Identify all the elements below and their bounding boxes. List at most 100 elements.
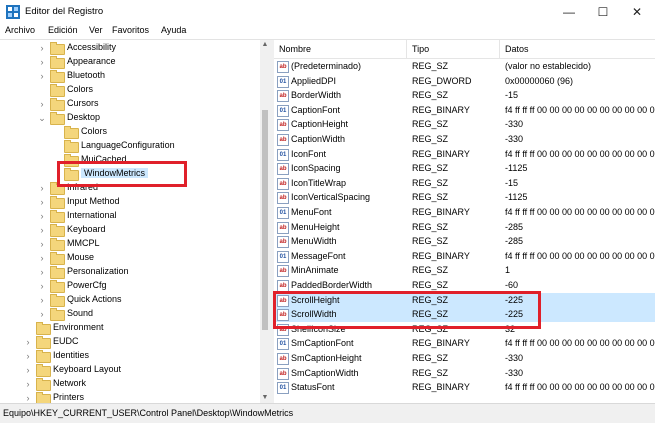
chevron-right-icon[interactable]: ›	[37, 69, 47, 83]
value-row[interactable]: ab ScrollWidth REG_SZ -225	[274, 307, 655, 322]
registry-tree[interactable]: › Accessibility › Appearance › Bluetooth Color…	[0, 40, 260, 403]
value-row[interactable]: ab SmCaptionWidth REG_SZ -330	[274, 366, 655, 381]
column-header-datos[interactable]: Datos	[505, 44, 529, 54]
value-name: SmCaptionHeight	[291, 353, 362, 363]
chevron-right-icon[interactable]: ›	[37, 195, 47, 209]
values-list[interactable]: Nombre Tipo Datos ab (Predeterminado) REG_…	[274, 40, 655, 403]
value-row[interactable]: ab PaddedBorderWidth REG_SZ -60	[274, 278, 655, 293]
tree-item-label: LanguageConfiguration	[81, 140, 175, 150]
value-row[interactable]: 01 MenuFont REG_BINARY f4 ff ff ff 00 00 00…	[274, 205, 655, 220]
tree-item[interactable]: › Identities	[0, 349, 260, 363]
value-row[interactable]: ab IconVerticalSpacing REG_SZ -1125	[274, 190, 655, 205]
tree-item[interactable]: Colors	[0, 83, 260, 97]
chevron-right-icon[interactable]: ›	[23, 349, 33, 363]
tree-item[interactable]: › Input Method	[0, 195, 260, 209]
tree-item[interactable]: › MMCPL	[0, 237, 260, 251]
minimize-button[interactable]: —	[552, 0, 586, 24]
chevron-right-icon[interactable]: ›	[37, 97, 47, 111]
value-row[interactable]: 01 IconFont REG_BINARY f4 ff ff ff 00 00 00…	[274, 147, 655, 162]
tree-item[interactable]: › Personalization	[0, 265, 260, 279]
value-row[interactable]: 01 SmCaptionFont REG_BINARY f4 ff ff ff 00 …	[274, 336, 655, 351]
value-row[interactable]: ab ScrollHeight REG_SZ -225	[274, 292, 655, 308]
tree-item[interactable]: › Quick Actions	[0, 293, 260, 307]
value-row[interactable]: ab BorderWidth REG_SZ -15	[274, 88, 655, 103]
chevron-right-icon[interactable]: ›	[37, 293, 47, 307]
chevron-right-icon[interactable]: ›	[23, 363, 33, 377]
value-row[interactable]: ab SmCaptionHeight REG_SZ -330	[274, 351, 655, 366]
chevron-right-icon[interactable]: ›	[23, 391, 33, 403]
value-data: -330	[505, 119, 524, 130]
menu-archivo[interactable]: Archivo	[5, 25, 35, 35]
tree-item[interactable]: › Keyboard Layout	[0, 363, 260, 377]
tree-item[interactable]: › Accessibility	[0, 41, 260, 55]
tree-item[interactable]: › Mouse	[0, 251, 260, 265]
value-row[interactable]: ab IconTitleWrap REG_SZ -15	[274, 176, 655, 191]
chevron-right-icon[interactable]: ›	[37, 209, 47, 223]
tree-item[interactable]: › Network	[0, 377, 260, 391]
tree-item[interactable]: MuiCached	[0, 153, 260, 167]
chevron-right-icon[interactable]: ›	[37, 265, 47, 279]
value-row[interactable]: ab ShellIconSize REG_SZ 32	[274, 322, 655, 337]
column-header-nombre[interactable]: Nombre	[279, 44, 311, 54]
tree-item[interactable]: › Bluetooth	[0, 69, 260, 83]
tree-item[interactable]: › Printers	[0, 391, 260, 403]
tree-item[interactable]: › EUDC	[0, 335, 260, 349]
menu-ver[interactable]: Ver	[89, 25, 103, 35]
chevron-right-icon[interactable]: ›	[37, 307, 47, 321]
value-row[interactable]: 01 MessageFont REG_BINARY f4 ff ff ff 00 00…	[274, 249, 655, 264]
maximize-button[interactable]: ☐	[586, 0, 620, 24]
column-divider[interactable]	[406, 40, 407, 58]
close-button[interactable]: ✕	[620, 0, 654, 24]
tree-item[interactable]: › Appearance	[0, 55, 260, 69]
value-row[interactable]: 01 AppliedDPI REG_DWORD 0x00000060 (96)	[274, 74, 655, 89]
tree-item[interactable]: › Infrared	[0, 181, 260, 195]
chevron-right-icon[interactable]: ›	[37, 279, 47, 293]
menu-favoritos[interactable]: Favoritos	[112, 25, 149, 35]
scroll-up-icon[interactable]: ▲	[260, 40, 270, 50]
value-row[interactable]: ab MinAnimate REG_SZ 1	[274, 263, 655, 278]
value-row[interactable]: ab CaptionHeight REG_SZ -330	[274, 117, 655, 132]
value-data: (valor no establecido)	[505, 61, 592, 71]
column-header-tipo[interactable]: Tipo	[412, 44, 429, 54]
value-row[interactable]: ab MenuHeight REG_SZ -285	[274, 220, 655, 235]
tree-item[interactable]: ⌄ Desktop	[0, 111, 260, 125]
tree-item-label: Personalization	[67, 266, 129, 276]
value-row[interactable]: ab CaptionWidth REG_SZ -330	[274, 132, 655, 147]
value-row[interactable]: ab MenuWidth REG_SZ -285	[274, 234, 655, 249]
value-type: REG_SZ	[412, 221, 449, 232]
tree-item[interactable]: › International	[0, 209, 260, 223]
value-row[interactable]: ab IconSpacing REG_SZ -1125	[274, 161, 655, 176]
chevron-right-icon[interactable]: ›	[23, 335, 33, 349]
maximize-icon: ☐	[597, 5, 609, 19]
tree-item[interactable]: LanguageConfiguration	[0, 139, 260, 153]
value-row[interactable]: 01 StatusFont REG_BINARY f4 ff ff ff 00 00 …	[274, 380, 655, 395]
tree-item[interactable]: › Cursors	[0, 97, 260, 111]
chevron-right-icon[interactable]: ›	[37, 237, 47, 251]
folder-icon	[50, 224, 65, 237]
chevron-right-icon[interactable]: ›	[37, 181, 47, 195]
window-title: Editor del Registro	[25, 6, 104, 17]
column-divider[interactable]	[499, 40, 500, 58]
chevron-right-icon[interactable]: ›	[37, 223, 47, 237]
folder-icon	[50, 252, 65, 265]
scrollbar-thumb[interactable]	[262, 110, 268, 330]
tree-item[interactable]: Environment	[0, 321, 260, 335]
tree-item[interactable]: WindowMetrics	[0, 167, 260, 181]
tree-item[interactable]: › PowerCfg	[0, 279, 260, 293]
chevron-right-icon[interactable]: ›	[23, 377, 33, 391]
menu-edicion[interactable]: Edición	[48, 25, 78, 35]
chevron-right-icon[interactable]: ›	[37, 251, 47, 265]
tree-scrollbar[interactable]: ▲ ▼	[260, 40, 270, 403]
value-row[interactable]: ab (Predeterminado) REG_SZ (valor no establ…	[274, 59, 655, 74]
chevron-down-icon[interactable]: ⌄	[37, 111, 47, 125]
tree-item[interactable]: Colors	[0, 125, 260, 139]
value-row[interactable]: 01 CaptionFont REG_BINARY f4 ff ff ff 00 00…	[274, 103, 655, 118]
scroll-down-icon[interactable]: ▼	[260, 393, 270, 403]
chevron-right-icon[interactable]: ›	[37, 55, 47, 69]
menu-ayuda[interactable]: Ayuda	[161, 25, 186, 35]
chevron-right-icon[interactable]: ›	[37, 41, 47, 55]
value-type: REG_SZ	[412, 192, 449, 203]
tree-item[interactable]: › Keyboard	[0, 223, 260, 237]
tree-item[interactable]: › Sound	[0, 307, 260, 321]
tree-item-label: Mouse	[67, 252, 95, 262]
